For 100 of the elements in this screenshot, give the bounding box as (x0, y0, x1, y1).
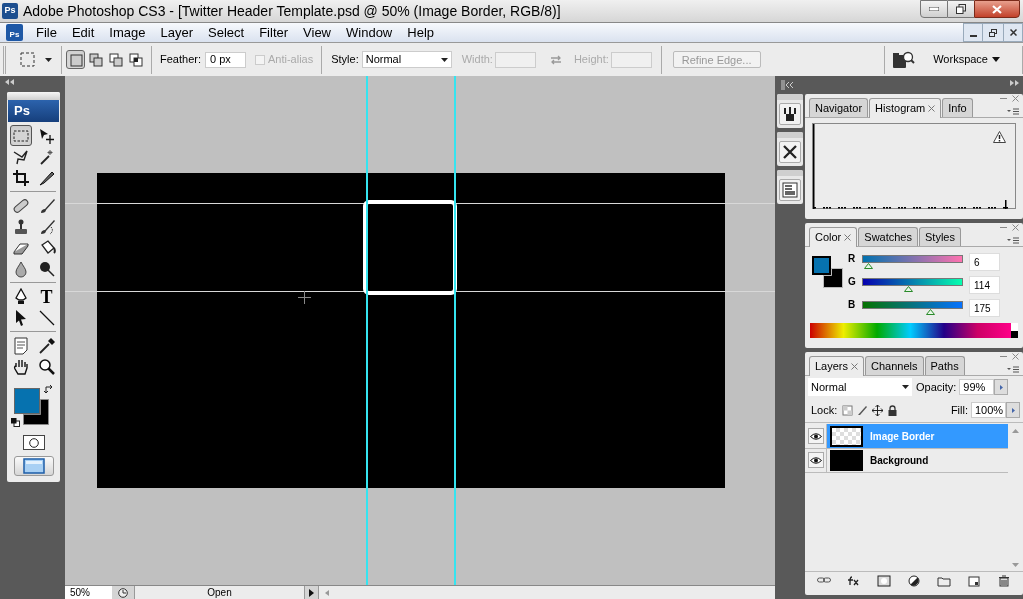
menu-item[interactable]: Image (102, 23, 153, 42)
width-label: Width: (461, 52, 493, 68)
panel-tab[interactable]: Layers (809, 356, 865, 376)
minimize-icon[interactable] (1000, 224, 1007, 231)
bridge-icon[interactable] (893, 50, 916, 69)
menu-item[interactable]: Filter (252, 23, 296, 42)
tool-button[interactable]: T (35, 286, 58, 307)
anti-alias-label: Anti-alias (267, 52, 314, 68)
collapse-icon[interactable] (5, 79, 14, 85)
panel-menu-icon[interactable] (1007, 237, 1019, 244)
eye-icon (809, 432, 822, 440)
lock-icon[interactable] (887, 404, 899, 416)
mask-icon[interactable] (877, 574, 891, 587)
menu-item[interactable]: Layer (153, 23, 201, 42)
channel-label: G (848, 276, 857, 288)
toolbox-logo: Ps (8, 100, 59, 122)
quick-mask-button[interactable] (22, 435, 45, 450)
layer-row[interactable]: Background (827, 448, 1008, 472)
close-button[interactable] (974, 0, 1020, 18)
clock-icon[interactable] (118, 587, 128, 598)
menu-item[interactable]: Edit (64, 23, 102, 42)
menu-item[interactable]: Select (201, 23, 252, 42)
selection-mode-button[interactable] (126, 50, 145, 69)
close-icon (992, 4, 1002, 14)
caret-icon (902, 385, 909, 389)
close-icon[interactable] (1012, 353, 1019, 360)
fill-arrow-button[interactable] (1006, 402, 1020, 419)
selection-mode-icon (128, 52, 143, 67)
panel-tab[interactable]: Paths (924, 356, 965, 375)
opacity-arrow-button[interactable] (994, 379, 1009, 395)
panel-menu-icon[interactable] (1007, 108, 1019, 115)
panel-tab[interactable]: Channels (865, 356, 924, 375)
screen-mode-button[interactable] (13, 456, 54, 476)
close-button[interactable] (1003, 23, 1023, 42)
panel-tab[interactable]: Color (809, 227, 858, 247)
close-icon[interactable] (1012, 224, 1019, 231)
color-spectrum[interactable] (810, 323, 1018, 338)
menu-item[interactable]: Help (400, 23, 441, 42)
caret-icon[interactable] (45, 57, 52, 62)
triangle-icon (1011, 407, 1015, 413)
opacity-field[interactable]: 99% (959, 379, 995, 395)
channel-slider[interactable] (862, 301, 963, 317)
zoom-field[interactable]: 50% (65, 586, 112, 599)
screen-mode-icon (22, 458, 45, 474)
panel-tab[interactable]: Styles (919, 227, 961, 246)
move-icon[interactable] (872, 404, 884, 416)
foreground-color-swatch[interactable] (13, 388, 40, 414)
horizontal-scrollbar[interactable] (318, 586, 775, 599)
minimize-icon[interactable] (1000, 95, 1007, 102)
channel-value-field[interactable]: 6 (969, 253, 1000, 271)
app-logo: Ps (6, 24, 23, 41)
channel-slider[interactable] (862, 278, 963, 294)
selection-mode-button[interactable] (86, 50, 105, 69)
channel-slider[interactable] (862, 255, 963, 271)
feather-field[interactable]: 0 px (204, 51, 246, 68)
selection-mode-icon (68, 52, 83, 67)
panel-tab[interactable]: Info (942, 98, 973, 117)
height-label: Height: (573, 52, 609, 68)
channel-value-field[interactable]: 175 (969, 299, 1000, 317)
background-color-swatch[interactable] (22, 399, 49, 425)
panel-tab[interactable]: Swatches (858, 227, 918, 246)
visibility-toggle[interactable] (807, 428, 824, 444)
arrow-icon (1012, 563, 1019, 567)
blend-mode-dropdown[interactable]: Normal (808, 378, 912, 396)
panel-tab[interactable]: Histogram (869, 98, 942, 118)
trash-icon[interactable] (997, 574, 1011, 587)
restore-button[interactable] (983, 23, 1003, 42)
restore-button[interactable] (948, 0, 974, 18)
menu-item[interactable]: File (29, 23, 64, 42)
triangle-icon[interactable] (309, 588, 314, 597)
foreground-color-swatch[interactable] (812, 256, 831, 275)
crosshair-icon (298, 291, 311, 304)
folder-icon[interactable] (937, 574, 951, 587)
style-dropdown[interactable]: Normal (361, 51, 452, 68)
adjustment-icon[interactable] (907, 574, 921, 587)
expand-icon[interactable] (1010, 80, 1019, 86)
minimize-icon[interactable] (1000, 353, 1007, 360)
close-icon[interactable] (1012, 95, 1019, 102)
menu-item[interactable]: Window (339, 23, 400, 42)
fx-icon[interactable] (847, 574, 861, 587)
default-colors-icon[interactable] (10, 418, 20, 427)
eyedropper-icon (37, 336, 56, 355)
caret-icon (992, 57, 1000, 62)
minimize-button[interactable] (920, 0, 948, 18)
brush-icon[interactable] (857, 404, 869, 416)
channel-value-field[interactable]: 114 (969, 276, 1000, 294)
circle-icon (28, 437, 39, 448)
workspace-button[interactable]: Workspace (933, 51, 1000, 68)
panel-tab[interactable]: Navigator (809, 98, 869, 117)
new-layer-icon[interactable] (967, 574, 981, 587)
channel-label: R (848, 253, 857, 265)
move-icon (37, 126, 56, 145)
tool-button[interactable] (9, 125, 32, 146)
visibility-toggle[interactable] (807, 452, 824, 468)
menu-item[interactable]: View (296, 23, 338, 42)
fill-field[interactable]: 100% (971, 402, 1006, 419)
marquee-icon[interactable] (20, 52, 35, 67)
swap-icon[interactable] (43, 385, 54, 395)
minimize-button[interactable] (963, 23, 983, 42)
panel-menu-icon[interactable] (1007, 366, 1019, 373)
